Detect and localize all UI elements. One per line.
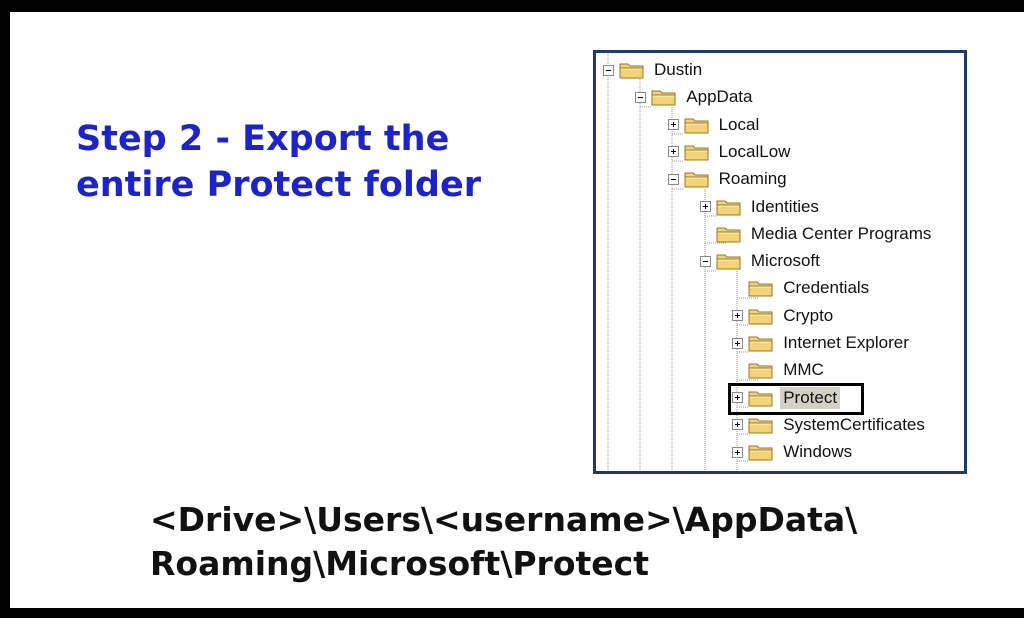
- folder-icon: [748, 334, 774, 352]
- tree-node-label: Windows: [783, 442, 853, 462]
- tree-node-crypto[interactable]: Crypto: [732, 304, 836, 328]
- folder-icon: [619, 61, 645, 79]
- collapse-minus-icon[interactable]: [603, 64, 614, 76]
- tree-node-label: Identities: [750, 196, 819, 216]
- tree-node-label: LocalLow: [718, 141, 791, 161]
- path-line-2: Roaming\Microsoft\Protect: [150, 544, 649, 583]
- protect-highlight-box: [728, 383, 864, 415]
- tree-node-label: Roaming: [718, 169, 787, 189]
- no-expander: [732, 365, 743, 376]
- expand-plus-icon[interactable]: [667, 146, 679, 158]
- tree-node-microsoft[interactable]: Microsoft: [699, 249, 823, 273]
- tree-node-appdata[interactable]: AppData: [635, 85, 755, 109]
- tree-node-systemcertificates[interactable]: SystemCertificates: [732, 413, 928, 437]
- folder-icon: [716, 198, 742, 216]
- folder-icon: [748, 361, 774, 379]
- folder-icon: [748, 279, 774, 297]
- tree-node-dustin[interactable]: Dustin: [603, 58, 705, 82]
- tree-node-label: Crypto: [783, 305, 834, 325]
- collapse-minus-icon[interactable]: [635, 91, 647, 103]
- tree-node-media-center-programs[interactable]: Media Center Programs: [700, 222, 934, 246]
- path-line-1: <Drive>\Users\<username>\AppData\: [150, 500, 858, 539]
- tree-node-locallow[interactable]: LocalLow: [667, 140, 794, 164]
- folder-icon: [684, 170, 710, 188]
- folder-icon: [748, 443, 774, 461]
- folder-icon: [748, 307, 774, 325]
- tree-node-local[interactable]: Local: [667, 113, 763, 137]
- tree-node-roaming[interactable]: Roaming: [667, 167, 790, 191]
- collapse-minus-icon[interactable]: [699, 255, 711, 267]
- tree-node-label: Media Center Programs: [750, 223, 932, 243]
- folder-icon: [748, 416, 774, 434]
- tree-node-label: Dustin: [654, 60, 703, 79]
- title-line-2: entire Protect folder: [76, 165, 481, 205]
- tree-node-label: Local: [718, 114, 760, 134]
- tree-node-label: MMC: [783, 360, 824, 380]
- folder-icon: [651, 88, 677, 106]
- expand-plus-icon[interactable]: [732, 337, 744, 349]
- slide-title: Step 2 - Export the entire Protect folde…: [76, 116, 556, 208]
- folder-icon: [684, 116, 710, 134]
- tree-node-label: Internet Explorer: [783, 333, 909, 352]
- title-line-1: Step 2 - Export the: [76, 119, 450, 159]
- folder-icon: [716, 225, 742, 243]
- tree-node-label: SystemCertificates: [783, 414, 925, 434]
- expand-plus-icon[interactable]: [667, 119, 679, 131]
- tree-node-label: AppData: [686, 87, 753, 107]
- expand-plus-icon[interactable]: [699, 201, 711, 212]
- tree-node-label: Credentials: [783, 278, 870, 298]
- no-expander: [732, 283, 743, 294]
- tree-node-credentials[interactable]: Credentials: [732, 276, 872, 300]
- collapse-minus-icon[interactable]: [667, 173, 679, 185]
- folder-icon: [684, 143, 710, 161]
- no-expander: [700, 228, 711, 239]
- expand-plus-icon[interactable]: [732, 446, 744, 458]
- expand-plus-icon[interactable]: [732, 310, 744, 322]
- tree-node-windows[interactable]: Windows: [732, 440, 855, 464]
- expand-plus-icon[interactable]: [732, 419, 744, 431]
- tree-node-identities[interactable]: Identities: [699, 195, 822, 219]
- tree-node-mmc[interactable]: MMC: [732, 358, 827, 382]
- slide: Step 2 - Export the entire Protect folde…: [10, 12, 1024, 608]
- tree-node-label: Microsoft: [750, 251, 820, 271]
- folder-path-caption: <Drive>\Users\<username>\AppData\ Roamin…: [150, 498, 857, 586]
- folder-icon: [716, 252, 742, 270]
- tree-node-internet-explorer[interactable]: Internet Explorer: [732, 331, 912, 355]
- folder-tree-view[interactable]: Dustin AppData Local LocalLow Roaming Identit…: [593, 50, 967, 474]
